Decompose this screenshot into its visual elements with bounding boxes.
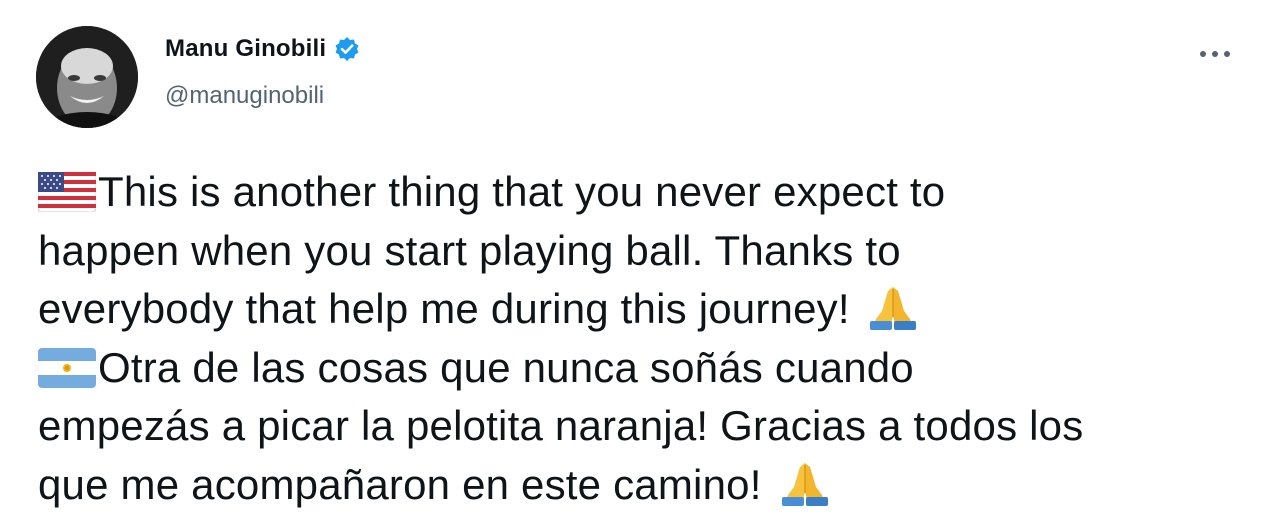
text-line: happen when you start playing ball. Than…: [38, 222, 1258, 281]
folded-hands-icon: [774, 461, 836, 507]
tweet-line-es-3: que me acompañaron en este camino!: [38, 460, 762, 508]
text-line: que me acompañaron en este camino!: [38, 456, 1258, 515]
author-handle[interactable]: @manuginobili: [165, 82, 324, 110]
tweet-text: This is another thing that you never exp…: [37, 163, 1258, 515]
text-line: Otra de las cosas que nunca soñás cuando: [38, 339, 1258, 398]
avatar-photo: [36, 26, 138, 128]
tweet-line-en-3: everybody that help me during this journ…: [38, 285, 850, 332]
argentina-flag-icon: [38, 345, 96, 388]
tweet-card: Manu Ginobili @manuginobili This is anot…: [0, 0, 1282, 522]
more-horizontal-icon[interactable]: [1197, 44, 1233, 64]
verified-badge-icon: [334, 36, 360, 62]
tweet-line-es-2: empezás a picar la pelotita naranja! Gra…: [38, 402, 1084, 449]
tweet-line-en-2: happen when you start playing ball. Than…: [38, 226, 901, 274]
display-name[interactable]: Manu Ginobili: [165, 35, 326, 63]
tweet-line-en-1: This is another thing that you never exp…: [98, 168, 946, 215]
author-name-row[interactable]: Manu Ginobili: [165, 35, 360, 63]
text-line: empezás a picar la pelotita naranja! Gra…: [38, 397, 1258, 456]
avatar[interactable]: [36, 26, 138, 128]
tweet-line-es-1: Otra de las cosas que nunca soñás cuando: [98, 343, 914, 391]
folded-hands-icon: [862, 285, 924, 331]
us-flag-icon: [37, 169, 97, 213]
text-line: This is another thing that you never exp…: [37, 163, 1258, 222]
text-line: everybody that help me during this journ…: [38, 280, 1258, 339]
